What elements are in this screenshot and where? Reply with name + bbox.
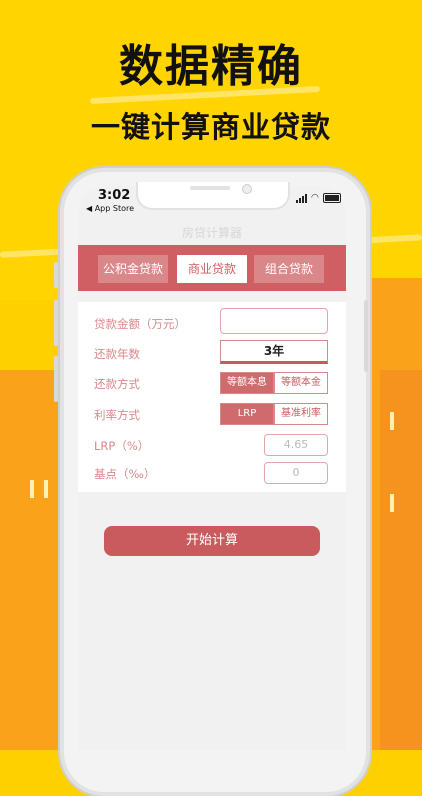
- rate-benchmark[interactable]: 基准利率: [274, 403, 328, 425]
- camera-icon: [242, 184, 252, 194]
- decor-window: [44, 480, 48, 498]
- back-to-app-store[interactable]: ◀ App Store: [86, 204, 134, 213]
- lrp-label: LRP（%）: [94, 439, 150, 453]
- years-selector[interactable]: 3年: [220, 340, 328, 364]
- status-time: 3:02: [98, 188, 131, 203]
- decor-building: [380, 370, 422, 750]
- phone-side-button: [54, 300, 58, 346]
- promo-headline: 数据精确: [119, 41, 303, 92]
- calculate-button[interactable]: 开始计算: [104, 526, 320, 556]
- amount-input[interactable]: [220, 308, 328, 334]
- app-title: 房贷计算器: [181, 226, 242, 240]
- decor-window: [390, 494, 394, 512]
- wifi-icon: ◠: [311, 193, 319, 203]
- basis-point-label: 基点（‰）: [94, 467, 156, 481]
- speaker: [190, 186, 230, 190]
- method-label: 还款方式: [94, 377, 140, 391]
- phone-side-button: [54, 262, 58, 288]
- loan-type-tabbar: 公积金贷款 商业贷款 组合贷款: [78, 245, 346, 291]
- status-icons: ◠: [296, 193, 341, 203]
- method-equal-installment[interactable]: 等额本息: [220, 372, 274, 394]
- lrp-input[interactable]: 4.65: [264, 434, 328, 456]
- phone-side-button: [364, 300, 368, 372]
- battery-icon: [322, 193, 341, 203]
- basis-point-input[interactable]: 0: [264, 462, 328, 484]
- signal-icon: [296, 194, 307, 203]
- rate-label: 利率方式: [94, 408, 140, 422]
- amount-label: 贷款金额（万元）: [94, 317, 186, 331]
- phone-side-button: [54, 356, 58, 402]
- tab-commercial-loan[interactable]: 商业贷款: [177, 255, 247, 283]
- decor-window: [30, 480, 34, 498]
- years-label: 还款年数: [94, 347, 140, 361]
- rate-lrp[interactable]: LRP: [220, 403, 274, 425]
- tab-provident-fund[interactable]: 公积金贷款: [98, 255, 168, 283]
- decor-window: [390, 412, 394, 430]
- method-equal-principal[interactable]: 等额本金: [274, 372, 328, 394]
- tab-combined-loan[interactable]: 组合贷款: [254, 255, 324, 283]
- promo-subhead: 一键计算商业贷款: [90, 110, 331, 144]
